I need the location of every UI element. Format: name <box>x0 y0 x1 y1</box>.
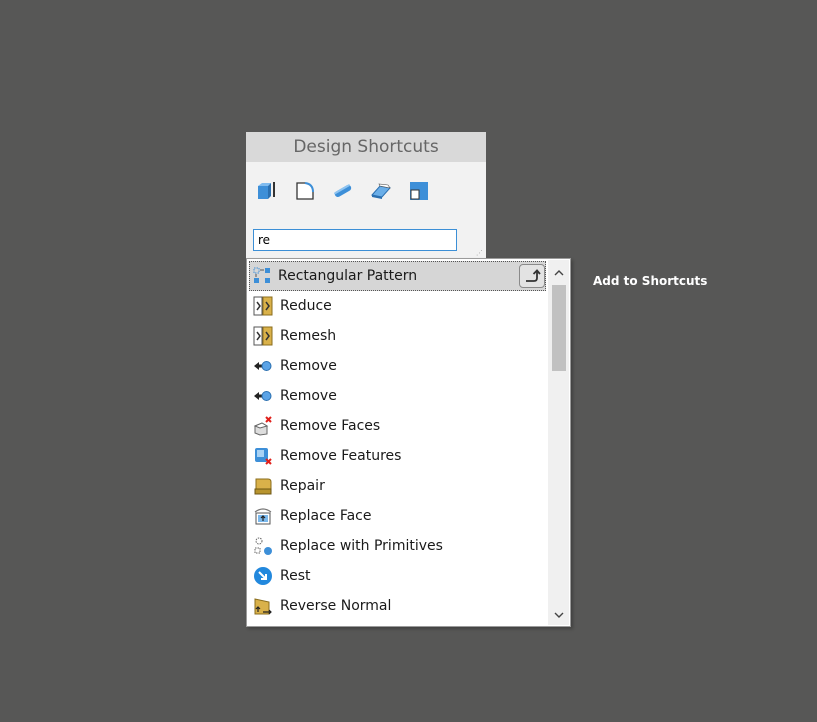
list-item[interactable]: Repair <box>248 471 547 501</box>
list-item[interactable]: Replace Face <box>248 501 547 531</box>
list-item[interactable]: Replace with Primitives <box>248 531 547 561</box>
list-item-label: Reduce <box>280 298 332 314</box>
list-item-label: Remesh <box>280 328 337 344</box>
list-item-label: Rest <box>280 568 311 584</box>
scroll-thumb[interactable] <box>552 285 566 371</box>
add-to-shortcuts-button[interactable] <box>519 264 545 288</box>
reverse-normal-icon <box>252 595 274 617</box>
search-results-dropdown: Rectangular Pattern Reduce Remesh Remove <box>246 258 571 627</box>
list-item-label: Remove <box>280 358 337 374</box>
replace-with-primitives-icon <box>252 535 274 557</box>
extrude-icon[interactable] <box>332 180 354 202</box>
scroll-up-icon[interactable] <box>548 262 569 282</box>
results-list: Rectangular Pattern Reduce Remesh Remove <box>248 261 547 621</box>
move-icon[interactable] <box>408 180 430 202</box>
rectangular-pattern-icon <box>252 265 274 287</box>
sketch-icon[interactable] <box>370 180 392 202</box>
panel-title: Design Shortcuts <box>246 132 486 162</box>
rest-icon <box>252 565 274 587</box>
reduce-icon <box>252 295 274 317</box>
list-item[interactable]: Reduce <box>248 291 547 321</box>
remesh-icon <box>252 325 274 347</box>
remove-icon <box>252 385 274 407</box>
list-item-label: Rectangular Pattern <box>278 268 418 284</box>
list-item-label: Remove <box>280 388 337 404</box>
list-item[interactable]: Remove <box>248 351 547 381</box>
list-item[interactable]: Remove <box>248 381 547 411</box>
scrollbar[interactable] <box>548 260 569 625</box>
list-item-label: Remove Faces <box>280 418 381 434</box>
replace-face-icon <box>252 505 274 527</box>
list-item-label: Remove Features <box>280 448 402 464</box>
scroll-down-icon[interactable] <box>548 605 569 625</box>
design-shortcuts-panel: Design Shortcuts ⋰ <box>246 132 486 260</box>
list-item[interactable]: Remesh <box>248 321 547 351</box>
add-to-shortcuts-tooltip: Add to Shortcuts <box>593 274 708 288</box>
list-item-label: Replace with Primitives <box>280 538 443 554</box>
list-item[interactable]: Rectangular Pattern <box>249 261 546 291</box>
list-item[interactable]: Remove Features <box>248 441 547 471</box>
list-item[interactable]: Rest <box>248 561 547 591</box>
list-item-label: Reverse Normal <box>280 598 392 614</box>
fillet-icon[interactable] <box>294 180 316 202</box>
remove-faces-icon <box>252 415 274 437</box>
list-item[interactable]: Remove Faces <box>248 411 547 441</box>
pull-icon[interactable] <box>256 180 278 202</box>
remove-icon <box>252 355 274 377</box>
search-input[interactable] <box>253 229 457 251</box>
repair-icon <box>252 475 274 497</box>
resize-grip-icon[interactable]: ⋰ <box>476 250 484 258</box>
list-item[interactable]: Reverse Normal <box>248 591 547 621</box>
list-item-label: Replace Face <box>280 508 372 524</box>
remove-features-icon <box>252 445 274 467</box>
list-item-label: Repair <box>280 478 325 494</box>
